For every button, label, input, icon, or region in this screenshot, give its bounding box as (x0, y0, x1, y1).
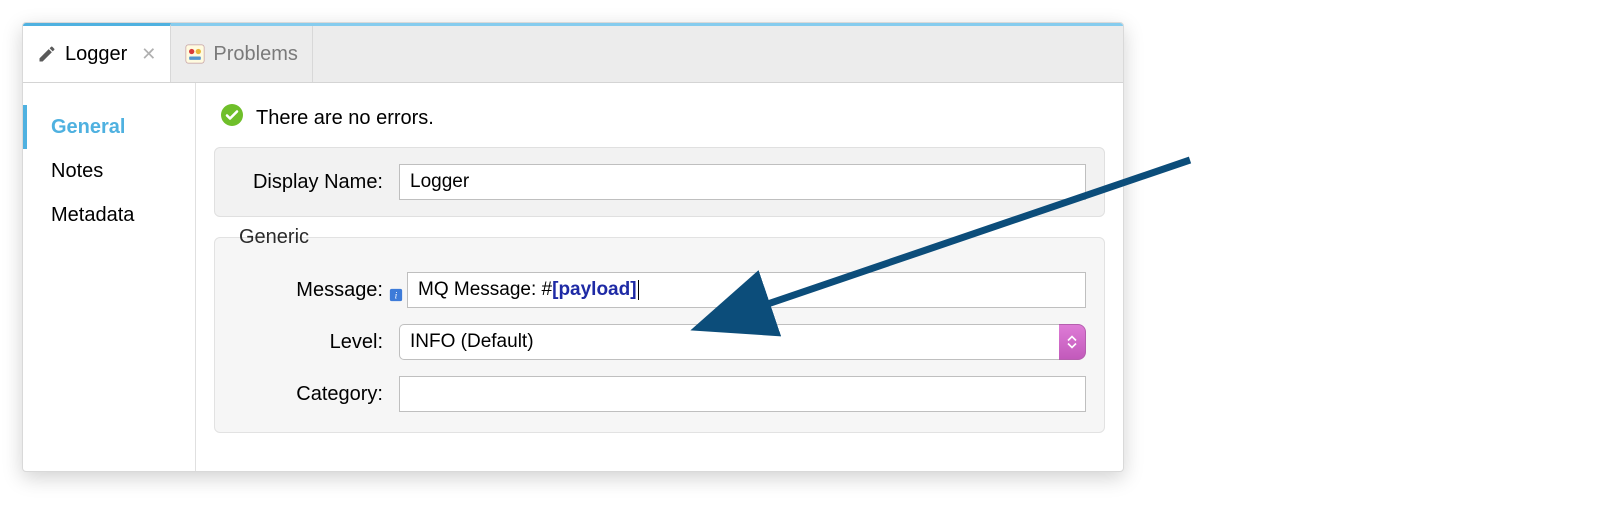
sidebar-item-metadata[interactable]: Metadata (23, 193, 195, 237)
category-label: Category: (233, 383, 399, 406)
display-name-group: Display Name: Logger (214, 147, 1105, 217)
status-text: There are no errors. (256, 107, 434, 130)
message-prefix: MQ Message: # (418, 279, 552, 301)
category-input[interactable] (399, 376, 1086, 412)
check-icon (220, 103, 244, 133)
sidebar-item-notes[interactable]: Notes (23, 149, 195, 193)
dropdown-button[interactable] (1059, 324, 1086, 360)
level-select[interactable]: INFO (Default) (399, 324, 1086, 360)
sidebar: General Notes Metadata (23, 83, 195, 472)
close-icon[interactable]: ✕ (141, 44, 156, 65)
status-bar: There are no errors. (220, 103, 1105, 133)
display-name-input[interactable]: Logger (399, 164, 1086, 200)
sidebar-item-label: Metadata (51, 204, 134, 227)
level-label: Level: (233, 331, 399, 354)
sidebar-item-label: Notes (51, 160, 103, 183)
level-value: INFO (Default) (410, 331, 534, 353)
generic-group: Generic Message: i MQ Message: #[payload… (214, 237, 1105, 433)
tab-strip: Logger ✕ Problems (23, 23, 1123, 83)
problems-icon (185, 44, 205, 64)
chevron-up-icon (1067, 335, 1077, 342)
caret (638, 280, 639, 300)
sidebar-item-label: General (51, 116, 125, 139)
bracket-close: ] (630, 279, 636, 301)
pencil-icon (37, 44, 57, 64)
chevron-down-icon (1067, 342, 1077, 349)
display-name-label: Display Name: (233, 171, 399, 194)
sidebar-item-general[interactable]: General (23, 105, 195, 149)
message-payload: payload (558, 279, 630, 301)
message-input[interactable]: MQ Message: #[payload] (407, 272, 1086, 308)
tab-problems[interactable]: Problems (171, 26, 312, 82)
group-legend: Generic (233, 226, 315, 249)
panel-body: General Notes Metadata There are no erro… (23, 83, 1123, 472)
svg-text:i: i (395, 291, 398, 302)
properties-panel: Logger ✕ Problems General Notes (22, 22, 1124, 472)
tab-label: Logger (65, 43, 127, 66)
display-name-value: Logger (410, 171, 469, 193)
info-icon: i (389, 288, 403, 302)
content: There are no errors. Display Name: Logge… (195, 83, 1123, 472)
tab-label: Problems (213, 43, 297, 66)
tab-logger[interactable]: Logger ✕ (23, 23, 171, 82)
message-label: Message: (233, 279, 399, 302)
